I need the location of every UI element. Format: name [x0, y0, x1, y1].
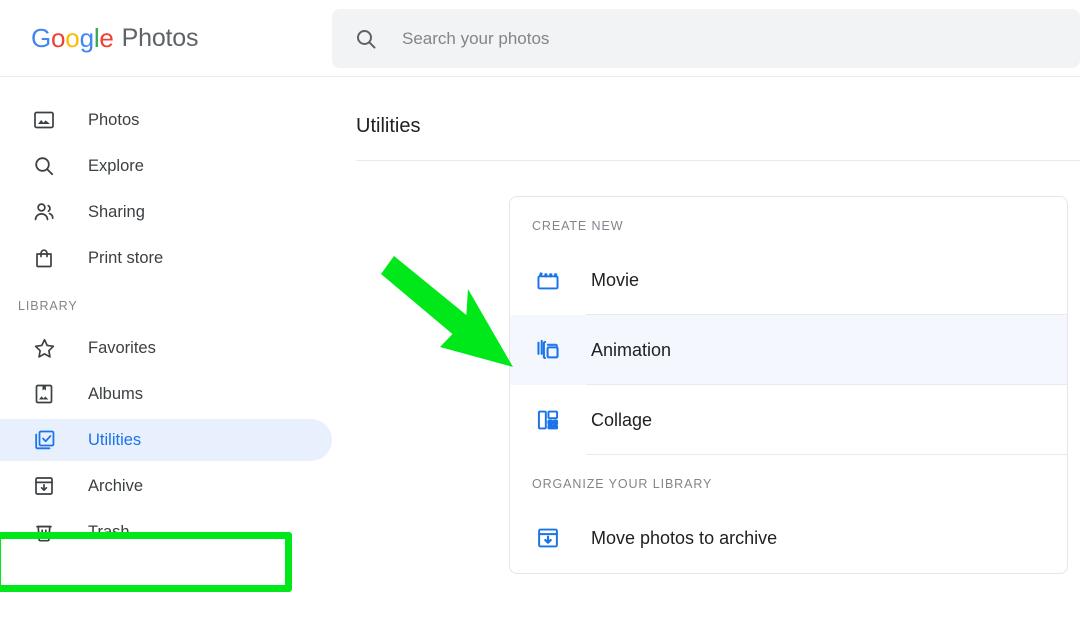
album-icon	[30, 380, 58, 408]
sidebar-item-label: Sharing	[88, 202, 145, 221]
google-photos-app: Google Photos Search your photos Photos	[0, 0, 1080, 618]
sidebar-item-label: Archive	[88, 476, 144, 495]
utilities-card: CREATE NEW Movie Animation Collage ORGAN…	[509, 196, 1068, 574]
card-row-animation[interactable]: Animation	[510, 315, 1067, 385]
card-row-label: Movie	[591, 269, 640, 290]
google-wordmark: Google	[31, 22, 114, 53]
sidebar-item-label: Print store	[88, 248, 164, 267]
sidebar-item-label: Explore	[88, 156, 144, 175]
sidebar-item-archive[interactable]: Archive	[0, 465, 332, 507]
sidebar-item-photos[interactable]: Photos	[0, 99, 332, 141]
sidebar-item-sharing[interactable]: Sharing	[0, 191, 332, 233]
sidebar-section-library-label: LIBRARY	[18, 299, 78, 313]
row-separator	[586, 454, 1067, 455]
page-title: Utilities	[356, 115, 421, 137]
animation-frames-icon	[534, 336, 562, 364]
people-icon	[30, 198, 58, 226]
sidebar-item-label: Favorites	[88, 338, 156, 357]
sidebar-item-utilities[interactable]: Utilities	[0, 419, 332, 461]
star-icon	[30, 334, 58, 362]
sidebar-item-label: Trash	[88, 522, 130, 541]
sidebar-item-favorites[interactable]: Favorites	[0, 327, 332, 369]
app-logo[interactable]: Google Photos	[0, 0, 332, 77]
card-row-label: Animation	[591, 339, 672, 360]
card-row-collage[interactable]: Collage	[510, 385, 1067, 455]
sidebar-item-albums[interactable]: Albums	[0, 373, 332, 415]
photo-icon	[30, 106, 58, 134]
search-icon	[354, 27, 378, 51]
sidebar-item-trash[interactable]: Trash	[0, 511, 332, 553]
archive-down-icon	[534, 524, 562, 552]
search-input-placeholder[interactable]: Search your photos	[402, 29, 549, 49]
card-row-move-photos-to-archive[interactable]: Move photos to archive	[510, 503, 1067, 573]
top-header-bar: Google Photos Search your photos	[0, 0, 1080, 77]
product-name: Photos	[121, 23, 199, 52]
search-bar[interactable]: Search your photos	[332, 9, 1080, 68]
sidebar-item-explore[interactable]: Explore	[0, 145, 332, 187]
card-row-label: Collage	[591, 409, 653, 430]
main-content-area: Utilities CREATE NEW Movie Animation Col…	[332, 77, 1080, 618]
search-icon	[30, 152, 58, 180]
movie-clapperboard-icon	[534, 266, 562, 294]
sidebar-item-label: Utilities	[88, 430, 142, 449]
card-row-movie[interactable]: Movie	[510, 245, 1067, 315]
utilities-icon	[30, 426, 58, 454]
trash-icon	[30, 518, 58, 546]
sidebar-item-label: Photos	[88, 110, 140, 129]
archive-icon	[30, 472, 58, 500]
organize-library-section-label: ORGANIZE YOUR LIBRARY	[532, 477, 713, 491]
shopping-bag-icon	[30, 244, 58, 272]
sidebar-item-print-store[interactable]: Print store	[0, 237, 332, 279]
create-new-section-label: CREATE NEW	[532, 219, 624, 233]
collage-grid-icon	[534, 406, 562, 434]
sidebar-item-label: Albums	[88, 384, 144, 403]
title-divider	[356, 160, 1080, 161]
card-row-label: Move photos to archive	[591, 527, 778, 548]
sidebar-navigation: Photos Explore Sharing Print store LIBRA…	[0, 77, 332, 618]
